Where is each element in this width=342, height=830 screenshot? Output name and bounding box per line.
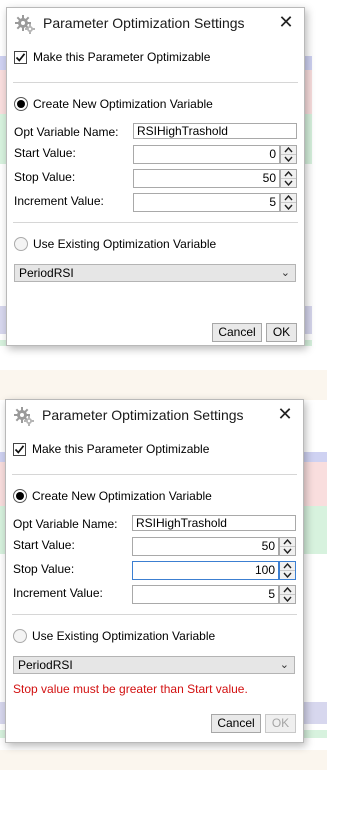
make-optimizable-label: Make this Parameter Optimizable xyxy=(32,442,210,456)
spin-up-button[interactable] xyxy=(281,170,296,179)
cancel-button[interactable]: Cancel xyxy=(211,714,261,733)
arrow-up-icon xyxy=(283,587,292,593)
arrow-up-icon xyxy=(284,195,293,201)
opt-variable-name-label: Opt Variable Name: xyxy=(14,125,119,139)
create-new-radio[interactable] xyxy=(13,489,27,503)
start-value-input[interactable]: 50 xyxy=(132,537,279,556)
arrow-down-icon xyxy=(284,204,293,210)
divider xyxy=(12,614,297,615)
divider xyxy=(12,474,297,475)
increment-value-spinner[interactable] xyxy=(280,193,297,212)
dialog-title: Parameter Optimization Settings xyxy=(42,407,244,423)
make-optimizable-label: Make this Parameter Optimizable xyxy=(33,50,211,64)
create-new-label: Create New Optimization Variable xyxy=(32,489,212,503)
opt-variable-name-input[interactable]: RSIHighTrashold xyxy=(133,123,297,139)
increment-value-spinner[interactable] xyxy=(279,585,296,604)
chevron-down-icon: ⌄ xyxy=(280,267,290,279)
increment-value-input[interactable]: 5 xyxy=(133,193,280,212)
stop-value-label: Stop Value: xyxy=(14,170,76,184)
spin-down-button[interactable] xyxy=(280,595,295,603)
stop-value-spinner[interactable] xyxy=(280,169,297,188)
start-value-label: Start Value: xyxy=(14,146,76,160)
make-optimizable-checkbox[interactable] xyxy=(14,51,27,64)
start-value-spinner[interactable] xyxy=(280,145,297,164)
start-value-label: Start Value: xyxy=(13,538,75,552)
arrow-down-icon xyxy=(283,572,292,578)
spin-up-button[interactable] xyxy=(280,538,295,547)
optimization-settings-dialog: Parameter Optimization Settings ✕ Make t… xyxy=(5,399,304,743)
increment-value-input[interactable]: 5 xyxy=(132,585,279,604)
spin-down-button[interactable] xyxy=(280,547,295,555)
title-bar[interactable]: Parameter Optimization Settings ✕ xyxy=(6,400,303,432)
create-new-label: Create New Optimization Variable xyxy=(33,97,213,111)
checkmark-icon xyxy=(15,53,26,62)
increment-value-label: Increment Value: xyxy=(14,194,104,208)
spin-up-button[interactable] xyxy=(280,562,295,571)
stop-value-input[interactable]: 100 xyxy=(132,561,279,580)
create-new-radio[interactable] xyxy=(14,97,28,111)
arrow-up-icon xyxy=(283,539,292,545)
gear-icon xyxy=(15,14,35,34)
stop-value-input[interactable]: 50 xyxy=(133,169,280,188)
spin-up-button[interactable] xyxy=(281,194,296,203)
stop-value-spinner[interactable] xyxy=(279,561,296,580)
ok-button[interactable]: OK xyxy=(266,323,297,342)
ok-button: OK xyxy=(265,714,296,733)
opt-variable-name-input[interactable]: RSIHighTrashold xyxy=(132,515,296,531)
dialog-title: Parameter Optimization Settings xyxy=(43,15,245,31)
chevron-down-icon: ⌄ xyxy=(279,659,289,671)
divider xyxy=(13,222,298,223)
divider xyxy=(13,82,298,83)
existing-variable-dropdown[interactable]: PeriodRSI ⌄ xyxy=(14,264,296,282)
optimization-settings-dialog: Parameter Optimization Settings ✕ Make t… xyxy=(6,7,305,346)
use-existing-radio[interactable] xyxy=(13,629,27,643)
close-icon[interactable]: ✕ xyxy=(277,13,295,31)
arrow-up-icon xyxy=(284,147,293,153)
validation-error-text: Stop value must be greater than Start va… xyxy=(13,682,248,696)
use-existing-radio[interactable] xyxy=(14,237,28,251)
stop-value-label: Stop Value: xyxy=(13,562,75,576)
make-optimizable-checkbox[interactable] xyxy=(13,443,26,456)
arrow-down-icon xyxy=(283,596,292,602)
arrow-down-icon xyxy=(283,548,292,554)
use-existing-label: Use Existing Optimization Variable xyxy=(32,629,216,643)
spin-down-button[interactable] xyxy=(281,155,296,163)
spin-up-button[interactable] xyxy=(281,146,296,155)
arrow-up-icon xyxy=(283,563,292,569)
arrow-up-icon xyxy=(284,171,293,177)
arrow-down-icon xyxy=(284,180,293,186)
title-bar[interactable]: Parameter Optimization Settings ✕ xyxy=(7,8,304,40)
cancel-button[interactable]: Cancel xyxy=(212,323,262,342)
gear-icon xyxy=(14,406,34,426)
close-icon[interactable]: ✕ xyxy=(276,405,294,423)
existing-variable-value: PeriodRSI xyxy=(19,266,74,280)
increment-value-label: Increment Value: xyxy=(13,586,103,600)
checkmark-icon xyxy=(14,445,25,454)
opt-variable-name-label: Opt Variable Name: xyxy=(13,517,118,531)
existing-variable-value: PeriodRSI xyxy=(18,658,73,672)
spin-down-button[interactable] xyxy=(280,571,295,579)
start-value-input[interactable]: 0 xyxy=(133,145,280,164)
spin-down-button[interactable] xyxy=(281,179,296,187)
use-existing-label: Use Existing Optimization Variable xyxy=(33,237,217,251)
arrow-down-icon xyxy=(284,156,293,162)
start-value-spinner[interactable] xyxy=(279,537,296,556)
existing-variable-dropdown[interactable]: PeriodRSI ⌄ xyxy=(13,656,295,674)
spin-up-button[interactable] xyxy=(280,586,295,595)
spin-down-button[interactable] xyxy=(281,203,296,211)
